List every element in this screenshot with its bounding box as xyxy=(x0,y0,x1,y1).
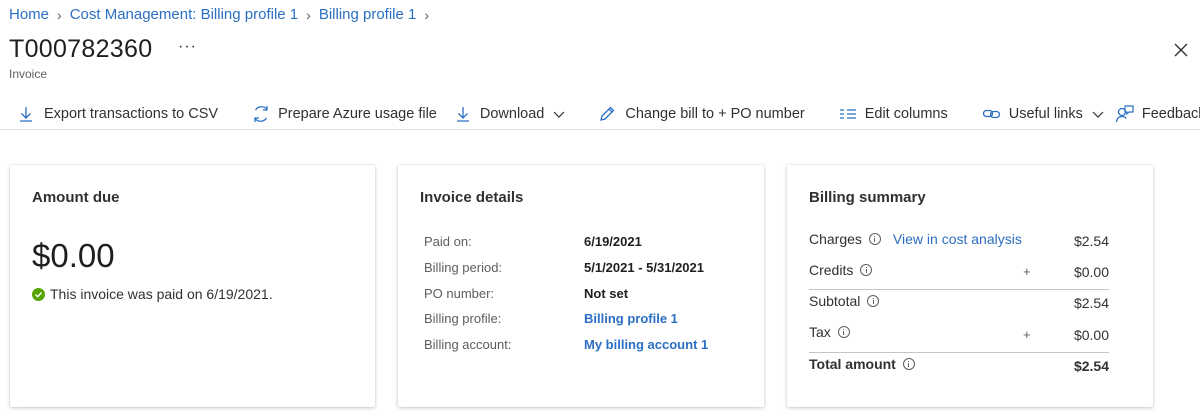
chevron-down-icon xyxy=(1092,111,1104,118)
download-menu-button[interactable]: Download xyxy=(455,99,567,129)
detail-label: Billing account: xyxy=(424,337,512,352)
tax-sign: + xyxy=(1023,327,1031,342)
detail-row-billing-period: Billing period: 5/1/2021 - 5/31/2021 xyxy=(424,260,704,275)
prepare-usage-file-button[interactable]: Prepare Azure usage file xyxy=(251,99,437,129)
prepare-usage-file-label: Prepare Azure usage file xyxy=(278,105,437,122)
info-icon[interactable] xyxy=(837,326,850,338)
charges-value: $2.54 xyxy=(1073,233,1109,249)
download-arrow-icon xyxy=(20,106,32,122)
refresh-icon xyxy=(254,105,268,122)
command-bar: Export transactions to CSV Prepare Azure… xyxy=(0,98,1200,130)
download-arrow-icon xyxy=(456,106,469,122)
checkmark-icon xyxy=(32,287,45,301)
charges-label: Charges xyxy=(809,231,862,247)
change-bill-po-label: Change bill to + PO number xyxy=(625,105,805,122)
useful-links-menu-button[interactable]: Useful links xyxy=(982,99,1105,129)
credits-label: Credits xyxy=(809,262,854,278)
detail-row-paid-on: Paid on: 6/19/2021 xyxy=(424,234,642,249)
tax-label: Tax xyxy=(809,324,831,340)
export-csv-button[interactable]: Export transactions to CSV xyxy=(18,99,218,129)
total-amount-label: Total amount xyxy=(809,356,896,372)
summary-row-charges: Charges View in cost analysis $2.54 xyxy=(809,231,1109,249)
invoice-details-card: Invoice details Paid on: 6/19/2021 Billi… xyxy=(398,165,764,407)
credits-sign: + xyxy=(1023,264,1031,279)
change-bill-po-button[interactable]: Change bill to + PO number xyxy=(598,99,805,129)
credits-value: $0.00 xyxy=(1073,264,1109,280)
detail-row-billing-account: Billing account: My billing account 1 xyxy=(424,337,708,352)
summary-row-subtotal: Subtotal $2.54 xyxy=(809,293,1109,311)
close-button[interactable] xyxy=(1172,41,1190,59)
amount-due-title: Amount due xyxy=(32,189,120,206)
subtotal-value: $2.54 xyxy=(1073,295,1109,311)
detail-value: 5/1/2021 - 5/31/2021 xyxy=(584,260,704,275)
summary-row-credits: Credits + $0.00 xyxy=(809,262,1109,280)
detail-value: Not set xyxy=(584,286,629,301)
pencil-icon xyxy=(600,106,615,121)
download-label: Download xyxy=(479,105,545,122)
feedback-label: Feedback xyxy=(1141,105,1200,122)
edit-columns-button[interactable]: Edit columns xyxy=(839,99,948,129)
summary-row-tax: Tax + $0.00 xyxy=(809,324,1109,343)
summary-row-total: Total amount $2.54 xyxy=(809,356,1109,374)
tax-value: $0.00 xyxy=(1073,327,1109,343)
billing-profile-link[interactable]: Billing profile 1 xyxy=(584,311,678,326)
summary-divider xyxy=(809,352,1109,353)
total-amount-value: $2.54 xyxy=(1073,358,1109,374)
summary-divider xyxy=(809,289,1109,290)
invoice-details-title: Invoice details xyxy=(420,189,524,206)
billing-account-link[interactable]: My billing account 1 xyxy=(584,337,708,352)
more-options-button[interactable]: ··· xyxy=(178,38,197,56)
chevron-right-icon: › xyxy=(424,6,430,23)
detail-value: 6/19/2021 xyxy=(584,234,642,249)
breadcrumb-cost-management-link[interactable]: Cost Management: Billing profile 1 xyxy=(70,6,298,23)
page-subtitle: Invoice xyxy=(9,67,48,81)
breadcrumb: Home › Cost Management: Billing profile … xyxy=(9,6,437,23)
info-icon[interactable] xyxy=(860,264,873,276)
close-icon xyxy=(1174,43,1188,57)
billing-summary-title: Billing summary xyxy=(809,189,926,206)
info-icon[interactable] xyxy=(867,295,880,307)
columns-icon xyxy=(839,108,856,119)
feedback-icon xyxy=(1115,104,1134,122)
payment-status-text: This invoice was paid on 6/19/2021. xyxy=(50,286,273,302)
amount-due-card: Amount due $0.00 This invoice was paid o… xyxy=(10,165,375,407)
payment-status: This invoice was paid on 6/19/2021. xyxy=(32,286,273,302)
detail-label: Billing period: xyxy=(424,260,503,275)
detail-row-po-number: PO number: Not set xyxy=(424,286,628,301)
detail-label: Billing profile: xyxy=(424,311,502,326)
amount-due-value: $0.00 xyxy=(32,237,115,274)
detail-row-billing-profile: Billing profile: Billing profile 1 xyxy=(424,311,678,326)
info-icon[interactable] xyxy=(868,233,881,245)
chevron-right-icon: › xyxy=(57,6,62,23)
chevron-down-icon xyxy=(553,111,565,118)
breadcrumb-home-link[interactable]: Home xyxy=(9,6,49,23)
view-cost-analysis-link[interactable]: View in cost analysis xyxy=(893,231,1022,247)
billing-summary-card: Billing summary Charges View in cost ana… xyxy=(787,165,1153,407)
link-icon xyxy=(982,109,1000,118)
export-csv-label: Export transactions to CSV xyxy=(44,105,219,122)
chevron-right-icon: › xyxy=(306,6,311,23)
detail-label: PO number: xyxy=(424,286,495,301)
edit-columns-label: Edit columns xyxy=(864,105,948,122)
detail-label: Paid on: xyxy=(424,234,472,249)
subtotal-label: Subtotal xyxy=(809,293,861,309)
useful-links-label: Useful links xyxy=(1008,105,1083,122)
page-title: T000782360 xyxy=(9,35,153,63)
breadcrumb-billing-profile-link[interactable]: Billing profile 1 xyxy=(319,6,417,23)
feedback-button[interactable]: Feedback xyxy=(1115,99,1200,129)
info-icon[interactable] xyxy=(902,358,915,370)
